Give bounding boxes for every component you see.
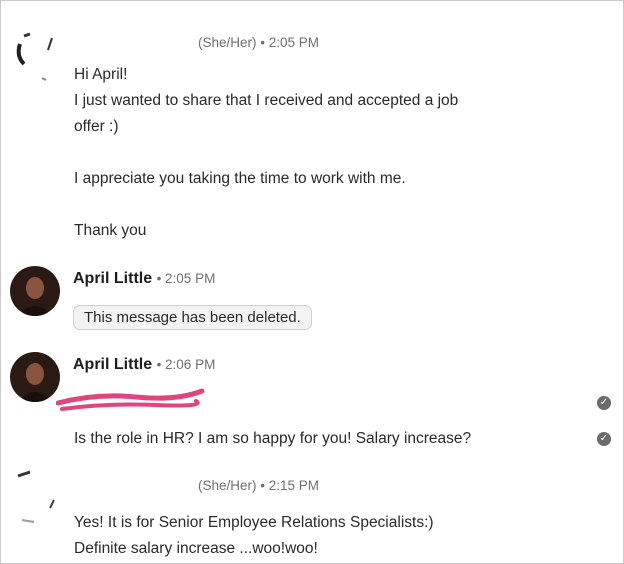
message-line: offer :): [74, 118, 119, 135]
person-photo-icon: [18, 277, 52, 316]
message-header: April Little • 2:06 PM: [73, 356, 215, 374]
read-receipt-check-icon: ✓: [597, 396, 611, 410]
avatar[interactable]: [10, 266, 60, 316]
message-header: April Little • 2:05 PM: [73, 270, 215, 288]
message-line: Definite salary increase ...woo!woo!: [74, 540, 318, 557]
person-photo-icon: [18, 363, 52, 402]
message-line: I appreciate you taking the time to work…: [74, 170, 406, 187]
message-line: Is the role in HR? I am so happy for you…: [74, 430, 472, 447]
message-meta: (She/Her) • 2:15 PM: [198, 478, 320, 493]
message-line: Hi April!: [74, 66, 128, 83]
message-line: [74, 192, 458, 218]
sender-avatar-partial[interactable]: [8, 28, 62, 88]
message-line: Yes! It is for Senior Employee Relations…: [74, 514, 434, 531]
sender-name[interactable]: April Little: [73, 356, 152, 373]
message-meta: (She/Her) • 2:05 PM: [198, 35, 320, 50]
sender-avatar-partial[interactable]: [8, 462, 62, 532]
avatar[interactable]: [10, 352, 60, 402]
sender-name[interactable]: April Little: [73, 270, 152, 287]
message-body: Yes! It is for Senior Employee Relations…: [74, 510, 434, 562]
message-line: I just wanted to share that I received a…: [74, 92, 459, 109]
message-line: [74, 140, 458, 166]
read-receipt-check-icon: ✓: [597, 432, 611, 446]
avatar-fragment-icon: [17, 470, 55, 523]
message-time: • 2:05 PM: [156, 271, 216, 286]
redaction-scribble: [55, 385, 206, 420]
avatar-fragment-icon: [16, 32, 53, 81]
message-line: Thank you: [74, 222, 147, 239]
deleted-message-pill: This message has been deleted.: [73, 305, 312, 330]
message-time: • 2:06 PM: [156, 357, 216, 372]
message-body: Hi April! I just wanted to share that I …: [74, 62, 458, 244]
